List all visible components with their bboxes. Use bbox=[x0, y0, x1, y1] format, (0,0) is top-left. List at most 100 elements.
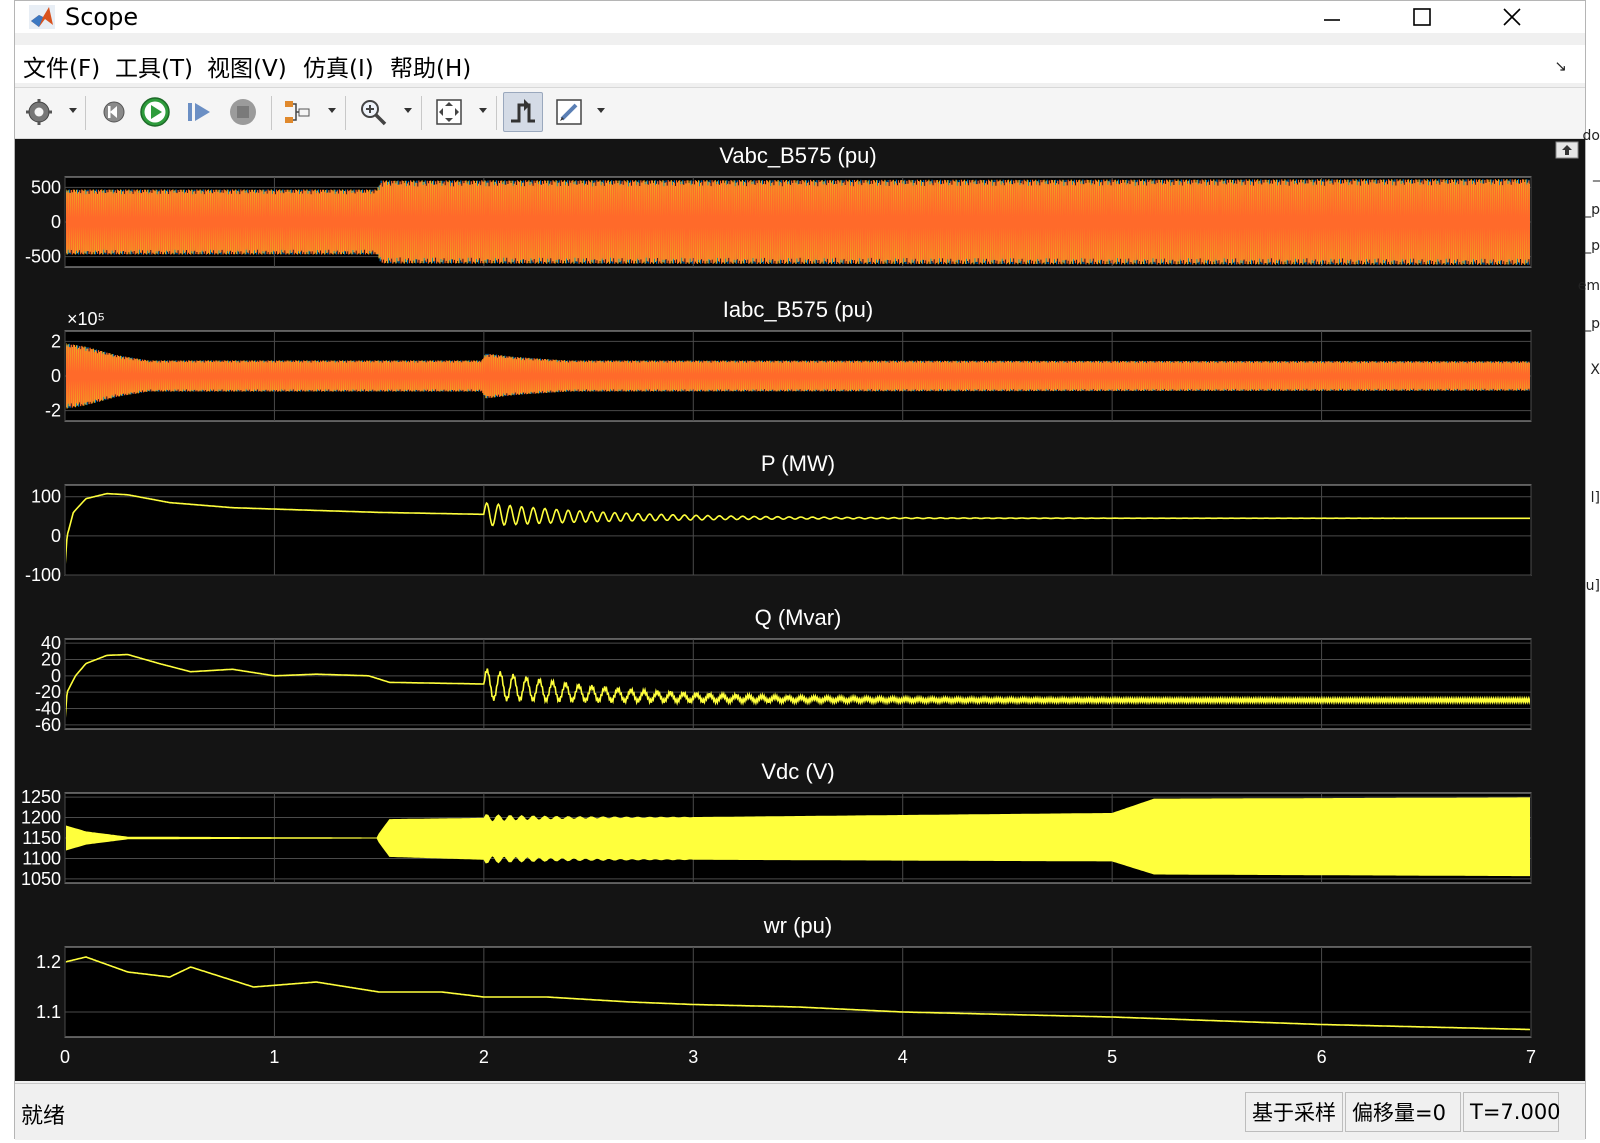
y-tick-label: -100 bbox=[25, 565, 61, 585]
stop-icon bbox=[230, 99, 256, 125]
settings-button[interactable] bbox=[21, 94, 57, 130]
y-tick-label: -500 bbox=[25, 247, 61, 267]
axes-box bbox=[64, 638, 1532, 730]
x-tick-label: 1 bbox=[269, 1047, 279, 1067]
y-tick-label: 1.2 bbox=[36, 952, 61, 972]
panel-title: P (MW) bbox=[761, 451, 835, 476]
status-ready: 就绪 bbox=[21, 1104, 66, 1129]
toolbar-separator bbox=[421, 96, 422, 130]
x-tick-label: 5 bbox=[1107, 1047, 1117, 1067]
signal-dropdown-icon[interactable] bbox=[328, 108, 336, 113]
edge-fragment: _p bbox=[1584, 202, 1600, 218]
restart-button[interactable] bbox=[95, 94, 131, 130]
maximize-icon bbox=[1413, 8, 1431, 26]
y-tick-label: 2 bbox=[51, 331, 61, 351]
edge-fragment: _p bbox=[1584, 316, 1600, 332]
window-title: Scope bbox=[65, 3, 139, 31]
restart-icon bbox=[103, 101, 125, 123]
x-tick-label: 6 bbox=[1317, 1047, 1327, 1067]
fit-dropdown-icon[interactable] bbox=[479, 108, 487, 113]
stop-button[interactable] bbox=[225, 94, 261, 130]
fit-axes-button[interactable] bbox=[431, 94, 467, 130]
panel-title: Q (Mvar) bbox=[755, 605, 842, 630]
y-tick-label: 100 bbox=[31, 487, 61, 507]
y-tick-label: 1150 bbox=[22, 828, 61, 848]
y-tick-label: 1.1 bbox=[36, 1002, 61, 1022]
scope-panel: 10501100115012001250 Vdc (V) bbox=[21, 759, 1532, 889]
y-tick-label: -2 bbox=[45, 401, 61, 421]
y-tick-label: 1250 bbox=[21, 787, 61, 807]
status-sample-mode: 基于采样 bbox=[1245, 1092, 1343, 1132]
maximize-button[interactable] bbox=[1395, 1, 1449, 33]
x-tick-label: 3 bbox=[688, 1047, 698, 1067]
step-forward-button[interactable] bbox=[181, 94, 217, 130]
fit-axes-icon bbox=[436, 99, 462, 125]
step-forward-icon bbox=[188, 103, 210, 121]
settings-dropdown-icon[interactable] bbox=[69, 108, 77, 113]
scope-panel: 1.1 1.2 wr (pu) 0 1 2 3 4 5 6 7 bbox=[36, 913, 1536, 1067]
toolbar bbox=[15, 87, 1585, 139]
x-tick-label: 2 bbox=[479, 1047, 489, 1067]
run-icon bbox=[140, 97, 170, 127]
panel-title: wr (pu) bbox=[763, 913, 832, 938]
x-tick-label: 0 bbox=[60, 1047, 70, 1067]
scope-plots: -5000500Vabc_B575 (pu)-202Iabc_B575 (pu)… bbox=[21, 143, 1536, 1067]
scope-panel: -2 0 2 Iabc_B575 (pu) ×10⁵ bbox=[45, 297, 1532, 422]
panel-title: Vabc_B575 (pu) bbox=[719, 143, 876, 168]
y-tick-label: 1100 bbox=[22, 848, 61, 868]
scope-display: -500 0 500 Vabc_B575 (pu) -2 0 2 Iabc_B575 (pu)… bbox=[15, 139, 1585, 1081]
menu-help[interactable]: 帮助(H) bbox=[390, 49, 471, 83]
gear-icon bbox=[26, 99, 52, 125]
edge-fragment: X bbox=[1590, 362, 1600, 378]
y-tick-label: 0 bbox=[51, 526, 61, 546]
edge-fragment: _p bbox=[1584, 238, 1600, 254]
y-tick-label: 0 bbox=[51, 366, 61, 386]
edge-fragment: l] bbox=[1590, 490, 1600, 506]
scope-panel: -60-40-2002040Q (Mvar) bbox=[35, 605, 1532, 735]
menu-simulation[interactable]: 仿真(I) bbox=[303, 49, 374, 83]
toolbar-separator bbox=[496, 96, 497, 130]
zoom-dropdown-icon[interactable] bbox=[404, 108, 412, 113]
exponent-label: ×10⁵ bbox=[67, 309, 105, 329]
trigger-button[interactable] bbox=[503, 92, 543, 132]
status-time: T=7.000 bbox=[1463, 1092, 1561, 1132]
background-window-fragments: do _ _p _p em _p X l] u] bbox=[1578, 120, 1600, 620]
x-tick-label: 4 bbox=[898, 1047, 908, 1067]
run-button[interactable] bbox=[137, 94, 173, 130]
close-icon bbox=[1503, 8, 1521, 26]
edit-button[interactable] bbox=[551, 94, 587, 130]
trigger-icon bbox=[511, 99, 535, 123]
edge-fragment: em bbox=[1577, 278, 1600, 294]
y-tick-label: 500 bbox=[31, 177, 61, 197]
matlab-logo-icon bbox=[29, 5, 55, 29]
scope-panel: -100 0 100 P (MW) bbox=[25, 451, 1532, 585]
y-tick-label: 1050 bbox=[21, 869, 61, 889]
toolbar-separator bbox=[271, 96, 272, 130]
y-tick-label: 1200 bbox=[21, 808, 61, 828]
status-offset: 偏移量=0 bbox=[1345, 1092, 1461, 1132]
axes-box bbox=[64, 484, 1532, 576]
signal-select-icon bbox=[285, 101, 310, 123]
edge-fragment: _ bbox=[1593, 166, 1600, 182]
y-tick-label: 0 bbox=[51, 212, 61, 232]
toolbar-separator bbox=[345, 96, 346, 130]
panel-title: Vdc (V) bbox=[761, 759, 834, 784]
minimize-icon bbox=[1324, 19, 1340, 21]
edge-fragment: do bbox=[1582, 128, 1600, 144]
undock-icon[interactable] bbox=[1555, 141, 1579, 159]
zoom-button[interactable] bbox=[355, 94, 391, 130]
status-bar: 就绪 基于采样 偏移量=0 T=7.000 bbox=[15, 1083, 1585, 1140]
toolbar-toggle-icon[interactable]: ↘ bbox=[1554, 57, 1567, 75]
menu-file[interactable]: 文件(F) bbox=[23, 49, 100, 83]
zoom-icon bbox=[361, 100, 387, 126]
close-button[interactable] bbox=[1485, 1, 1539, 33]
menu-view[interactable]: 视图(V) bbox=[207, 49, 287, 83]
title-bar: Scope bbox=[15, 1, 1585, 33]
edit-dropdown-icon[interactable] bbox=[597, 108, 605, 113]
menu-bar: 文件(F) 工具(T) 视图(V) 仿真(I) 帮助(H) ↘ bbox=[15, 45, 1585, 83]
panel-title: Iabc_B575 (pu) bbox=[723, 297, 873, 322]
menu-tools[interactable]: 工具(T) bbox=[115, 49, 193, 83]
signal-select-button[interactable] bbox=[279, 94, 315, 130]
scope-panel: -500 0 500 Vabc_B575 (pu) bbox=[25, 143, 1532, 268]
minimize-button[interactable] bbox=[1305, 1, 1359, 33]
